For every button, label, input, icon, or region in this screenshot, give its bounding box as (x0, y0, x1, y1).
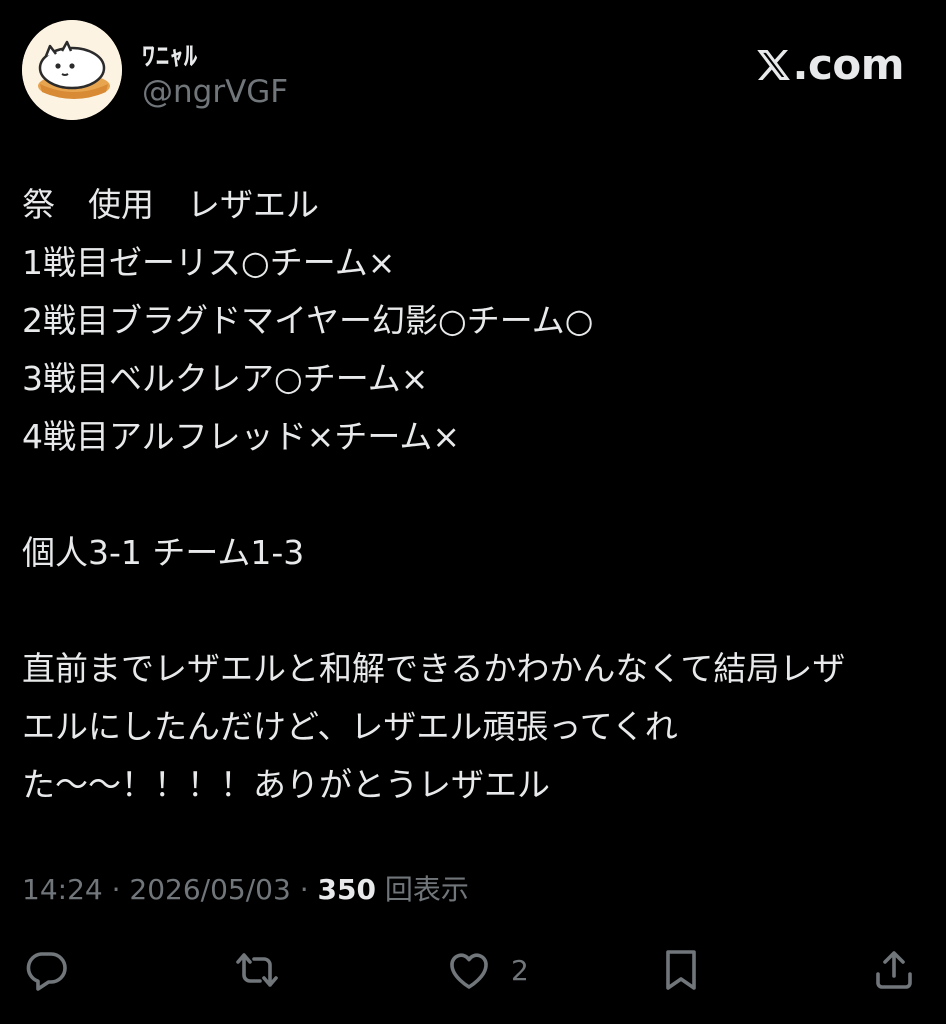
cat-avatar-icon[interactable] (22, 20, 122, 120)
like-button[interactable]: 2 (445, 944, 529, 996)
reply-button[interactable] (22, 944, 70, 996)
tweet-header: ﾜﾆｬﾙ @ngrVGF .com (22, 20, 922, 120)
share-button[interactable] (870, 944, 918, 996)
tweet-text: 祭 使用 レザエル 1戦目ゼーリス○チーム× 2戦目ブラグドマイヤー幻影○チーム… (22, 176, 926, 814)
brand-text: .com (792, 40, 905, 89)
tweet-date[interactable]: 2026/05/03 (129, 873, 290, 906)
like-count: 2 (511, 953, 529, 987)
retweet-button[interactable] (233, 944, 281, 996)
share-icon (876, 951, 912, 989)
like-icon (450, 953, 488, 989)
tweet-time[interactable]: 14:24 (22, 873, 103, 906)
tweet-line: 祭 使用 レザエル (22, 185, 319, 224)
tweet-line: エルにしたんだけど、レザエル頑張ってくれ (22, 707, 678, 746)
meta-separator: · (102, 873, 130, 906)
user-handle[interactable]: @ngrVGF (142, 74, 288, 110)
action-bar: 2 (0, 944, 946, 1000)
display-name[interactable]: ﾜﾆｬﾙ (142, 36, 198, 73)
tweet-line: 3戦目ベルクレア○チーム× (22, 359, 429, 398)
views-count: 350 (317, 873, 376, 906)
bookmark-icon (666, 950, 696, 990)
tweet-line: 2戦目ブラグドマイヤー幻影○チーム○ (22, 301, 594, 340)
tweet-meta: 14:24 · 2026/05/03 · 350 回表示 (22, 868, 469, 908)
tweet-line: 個人3-1 チーム1-3 (22, 533, 305, 572)
brand-watermark: .com (755, 40, 905, 89)
reply-icon (26, 952, 67, 991)
tweet-line: た〜〜！！！！ありがとうレザエル (22, 765, 550, 804)
meta-separator: · (290, 873, 318, 906)
tweet-line: 1戦目ゼーリス○チーム× (22, 243, 396, 282)
retweet-icon (236, 953, 278, 987)
x-logo-icon (756, 50, 790, 80)
bookmark-button[interactable] (657, 944, 705, 996)
views-label: 回表示 (384, 873, 469, 906)
tweet-line: 4戦目アルフレッド×チーム× (22, 417, 460, 456)
tweet-line: 直前までレザエルと和解できるかわかんなくて結局レザ (22, 649, 846, 688)
